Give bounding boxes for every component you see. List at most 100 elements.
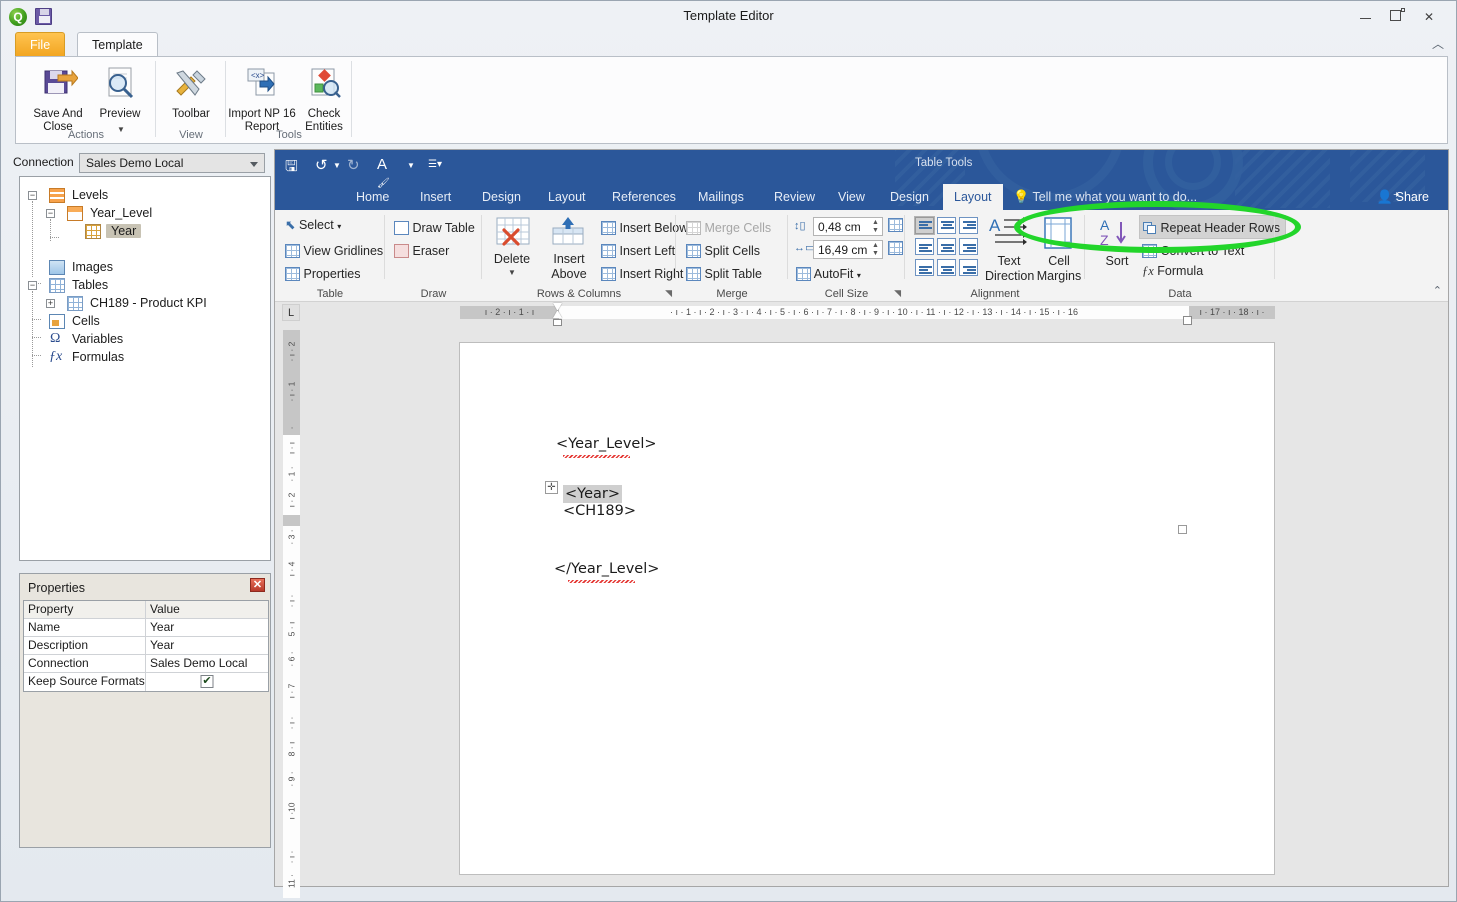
formula-button[interactable]: ƒx Formula bbox=[1142, 264, 1203, 278]
chevron-down-icon[interactable]: ▾ bbox=[337, 222, 341, 231]
save-icon[interactable] bbox=[35, 8, 52, 25]
tab-layout[interactable]: Layout bbox=[537, 184, 597, 210]
close-icon[interactable]: ✕ bbox=[1418, 9, 1440, 25]
images-icon bbox=[49, 260, 65, 275]
tab-table-layout[interactable]: Layout bbox=[943, 184, 1003, 210]
sort-button[interactable]: Sort bbox=[1091, 254, 1143, 268]
table-row[interactable]: Description Year bbox=[24, 637, 268, 655]
chevron-down-icon[interactable]: ▼ bbox=[407, 161, 415, 170]
collapse-ribbon-icon[interactable]: ︿ bbox=[1432, 35, 1444, 52]
close-icon[interactable]: ✕ bbox=[250, 578, 265, 592]
distribute-columns-icon[interactable] bbox=[888, 241, 903, 255]
table-row[interactable]: Name Year bbox=[24, 619, 268, 637]
chevron-down-icon[interactable] bbox=[250, 162, 258, 167]
indent-marker-bottom-icon[interactable] bbox=[553, 311, 562, 318]
object-tree[interactable]: − Levels − Year_Level Year Images bbox=[19, 176, 271, 561]
tab-view[interactable]: View bbox=[827, 184, 876, 210]
tab-template[interactable]: Template bbox=[77, 32, 158, 57]
align-top-left-button[interactable] bbox=[915, 217, 934, 234]
tab-mailings[interactable]: Mailings bbox=[687, 184, 755, 210]
indent-marker-top-icon[interactable] bbox=[553, 303, 562, 310]
align-bottom-right-button[interactable] bbox=[959, 259, 978, 276]
tab-file[interactable]: File bbox=[15, 32, 65, 56]
row-height-input[interactable]: 0,48 cm ▲▼ bbox=[813, 217, 883, 236]
customize-qat-icon[interactable]: ☰▾ bbox=[428, 159, 442, 170]
maximize-icon[interactable] bbox=[1386, 9, 1408, 25]
connection-dropdown[interactable]: Sales Demo Local bbox=[79, 153, 265, 173]
table-properties-button[interactable]: Properties bbox=[285, 264, 360, 281]
draw-table-button[interactable]: Draw Table bbox=[394, 218, 475, 235]
convert-to-text-button[interactable]: Convert to Text bbox=[1142, 241, 1244, 258]
table-properties-icon bbox=[285, 267, 300, 281]
template-tag-year[interactable]: <Year> bbox=[563, 485, 622, 503]
redo-icon[interactable]: ↻ bbox=[347, 156, 360, 174]
tab-insert[interactable]: Insert bbox=[409, 184, 462, 210]
repeat-header-rows-button[interactable]: Repeat Header Rows bbox=[1139, 215, 1286, 239]
view-gridlines-button[interactable]: View Gridlines bbox=[285, 241, 383, 258]
table-move-handle-icon[interactable]: ✛ bbox=[545, 481, 558, 494]
insert-right-button[interactable]: Insert Right bbox=[601, 264, 683, 281]
tree-expander-expand-icon[interactable]: + bbox=[46, 299, 55, 308]
dialog-launcher-icon[interactable]: ◥ bbox=[894, 288, 901, 299]
tab-design[interactable]: Design bbox=[471, 184, 532, 210]
select-cursor-icon: ⬉ bbox=[285, 218, 295, 232]
tab-review[interactable]: Review bbox=[763, 184, 826, 210]
vertical-ruler[interactable]: · ı · 2 · ı · 1 · ı · ı · 1 · ı · 2 · 3 … bbox=[283, 324, 300, 864]
insert-above-button[interactable]: Insert Above bbox=[540, 252, 598, 282]
collapse-ribbon-icon[interactable]: ⌃ bbox=[1433, 284, 1442, 297]
tab-table-design[interactable]: Design bbox=[879, 184, 940, 210]
spinner-arrows-icon[interactable]: ▲▼ bbox=[872, 219, 880, 235]
template-tag-ch189[interactable]: <CH189> bbox=[563, 503, 636, 519]
template-tag-year-level-close[interactable]: </Year_Level> bbox=[554, 561, 659, 577]
property-value[interactable]: Year bbox=[146, 637, 268, 654]
align-top-right-button[interactable] bbox=[959, 217, 978, 234]
split-cells-button[interactable]: Split Cells bbox=[686, 241, 760, 258]
vruler-tick: · 1 · bbox=[287, 466, 297, 483]
cell-margins-button[interactable]: Cell Margins bbox=[1033, 254, 1085, 284]
table-resize-handle-icon[interactable] bbox=[1178, 525, 1187, 534]
chevron-down-icon[interactable]: ▾ bbox=[857, 271, 861, 280]
tree-expander-collapse-icon[interactable]: − bbox=[28, 191, 37, 200]
left-indent-square-icon[interactable] bbox=[553, 319, 562, 326]
spinner-arrows-icon[interactable]: ▲▼ bbox=[872, 242, 880, 258]
undo-icon[interactable]: ↺ bbox=[315, 156, 328, 174]
align-bottom-left-button[interactable] bbox=[915, 259, 934, 276]
split-table-button[interactable]: Split Table bbox=[686, 264, 762, 281]
keep-source-formats-checkbox[interactable]: ✔ bbox=[201, 675, 214, 688]
tree-expander-collapse-icon[interactable]: − bbox=[46, 209, 55, 218]
align-top-center-button[interactable] bbox=[937, 217, 956, 234]
save-icon[interactable]: 🖫 bbox=[285, 156, 298, 181]
right-indent-marker-icon[interactable] bbox=[1183, 316, 1192, 325]
tree-expander-collapse-icon[interactable]: − bbox=[28, 281, 37, 290]
dialog-launcher-icon[interactable]: ◥ bbox=[665, 288, 672, 299]
property-value[interactable]: Year bbox=[146, 619, 268, 636]
align-middle-center-button[interactable] bbox=[937, 238, 956, 255]
tab-stop-selector[interactable]: L bbox=[282, 304, 300, 321]
template-tag-year-level-open[interactable]: <Year_Level> bbox=[556, 436, 657, 452]
column-width-input[interactable]: 16,49 cm ▲▼ bbox=[813, 240, 883, 259]
align-middle-right-button[interactable] bbox=[959, 238, 978, 255]
align-bottom-center-button[interactable] bbox=[937, 259, 956, 276]
delete-button[interactable]: Delete ▼ bbox=[486, 252, 538, 280]
chevron-down-icon[interactable]: ▼ bbox=[486, 266, 538, 280]
distribute-rows-icon[interactable] bbox=[888, 218, 903, 232]
chevron-down-icon[interactable]: ▼ bbox=[333, 161, 341, 170]
eraser-button[interactable]: Eraser bbox=[394, 241, 449, 258]
vruler-tick: ı · 7 bbox=[287, 683, 297, 700]
horizontal-ruler[interactable]: L ı · 2 · ı · 1 · ı · ı · 1 · ı · 2 · ı … bbox=[275, 302, 1448, 324]
tell-me-search[interactable]: 💡 Tell me what you want to do... bbox=[1013, 184, 1197, 210]
text-direction-button[interactable]: Text Direction bbox=[985, 254, 1033, 284]
minimize-icon[interactable] bbox=[1354, 9, 1376, 25]
align-middle-left-button[interactable] bbox=[915, 238, 934, 255]
tab-references[interactable]: References bbox=[601, 184, 687, 210]
insert-above-label: Insert Above bbox=[551, 252, 586, 281]
autofit-button[interactable]: AutoFit ▾ bbox=[796, 264, 861, 283]
tab-home[interactable]: Home bbox=[345, 184, 400, 210]
share-button[interactable]: 👤⁺ Share bbox=[1370, 186, 1438, 208]
table-row[interactable]: Connection Sales Demo Local bbox=[24, 655, 268, 673]
insert-left-button[interactable]: Insert Left bbox=[601, 241, 675, 258]
property-value[interactable]: Sales Demo Local bbox=[146, 655, 268, 672]
table-row[interactable]: Keep Source Formats ✔ bbox=[24, 673, 268, 691]
document-page[interactable]: <Year_Level> ✛ <Year> <CH189> </Year_Lev… bbox=[459, 342, 1275, 875]
select-button[interactable]: ⬉ Select ▾ bbox=[285, 218, 341, 234]
